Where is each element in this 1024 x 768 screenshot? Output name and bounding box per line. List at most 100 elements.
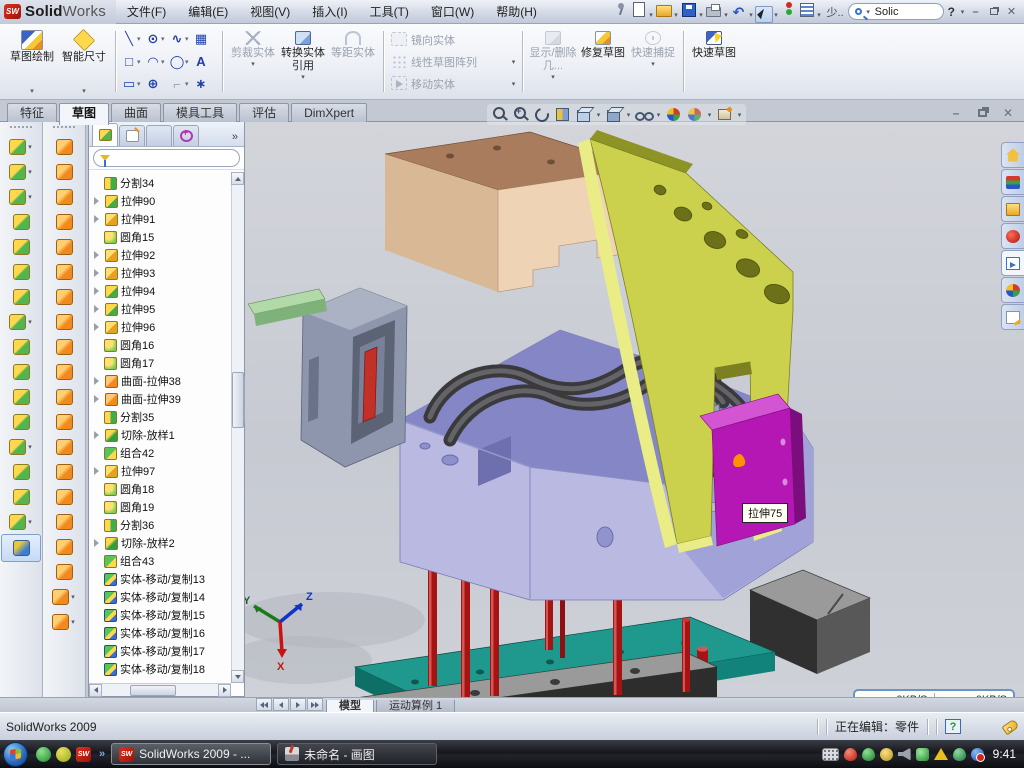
- offset-surface-button[interactable]: [44, 334, 84, 359]
- untrim-surface-button[interactable]: [44, 434, 84, 459]
- solidworks-icon[interactable]: SW: [76, 747, 91, 762]
- alert-yellow-icon[interactable]: [934, 748, 948, 760]
- tab-评估[interactable]: 评估: [239, 103, 289, 122]
- shell-button[interactable]: [1, 234, 41, 259]
- plane-button[interactable]: [1, 459, 41, 484]
- undo-dropdown-icon[interactable]: ▾: [748, 11, 755, 19]
- sketch-fillet-dropdown-icon[interactable]: ▾: [185, 80, 193, 88]
- radiate-surface-button[interactable]: [44, 509, 84, 534]
- toolbar-drag-handle[interactable]: [10, 126, 32, 130]
- expand-arrow-icon[interactable]: [94, 215, 99, 223]
- expand-arrow-icon[interactable]: [94, 377, 99, 385]
- menu-f[interactable]: 文件(F): [116, 0, 177, 24]
- 快速草图-button[interactable]: 快速草图: [689, 27, 739, 96]
- open-dropdown-icon[interactable]: ▾: [673, 11, 680, 19]
- knit-surface-button[interactable]: [44, 309, 84, 334]
- 修复草图-button[interactable]: 修复草图: [578, 27, 628, 96]
- slot-icon[interactable]: ▭: [121, 76, 137, 92]
- edit-appearance-icon[interactable]: [664, 105, 683, 124]
- slot-dropdown-icon[interactable]: ▾: [137, 80, 145, 88]
- sketch-button[interactable]: 草图绘制▾: [6, 27, 58, 96]
- boundary-surface-button[interactable]: [44, 234, 84, 259]
- print-dropdown-icon[interactable]: ▾: [723, 11, 730, 19]
- menu-i[interactable]: 插入(I): [301, 0, 358, 24]
- help-dropdown-icon[interactable]: ▾: [959, 8, 966, 16]
- replace-face-button[interactable]: [44, 409, 84, 434]
- ruled-surface-button[interactable]: [44, 359, 84, 384]
- menu-w[interactable]: 窗口(W): [420, 0, 485, 24]
- dropdown-icon[interactable]: ▾: [81, 87, 88, 95]
- graphics-viewport[interactable]: Y Z X 拉伸75 ↓0KB/S ↑0KB/S: [245, 122, 1024, 697]
- property-manager-tab[interactable]: [119, 125, 145, 146]
- view-rotate-icon[interactable]: [532, 105, 551, 124]
- spline-dropdown-icon[interactable]: ▾: [185, 35, 193, 43]
- phone-green-icon[interactable]: [916, 748, 929, 761]
- curve-button[interactable]: ▾: [1, 509, 41, 534]
- rectangle-dropdown-icon[interactable]: ▾: [137, 58, 145, 66]
- options-list-icon[interactable]: [798, 2, 816, 19]
- display-style-dropdown-icon[interactable]: ▾: [625, 111, 632, 119]
- sketch-fillet-icon[interactable]: ⌐: [169, 76, 185, 92]
- zoom-area-icon[interactable]: +: [511, 105, 530, 124]
- tree-item[interactable]: 拉伸92: [89, 246, 231, 264]
- curve-dropdown-icon[interactable]: ▾: [27, 518, 33, 526]
- tree-item[interactable]: 实体-移动/复制13: [89, 570, 231, 588]
- apply-scene-icon[interactable]: [685, 105, 704, 124]
- tree-item[interactable]: 拉伸96: [89, 318, 231, 336]
- shield-green-icon[interactable]: [862, 748, 875, 761]
- panel-chevron[interactable]: »: [232, 131, 242, 146]
- polygon-icon[interactable]: ⊕: [145, 76, 161, 92]
- part-slide-block-magenta[interactable]: [700, 394, 806, 546]
- tree-item[interactable]: 实体-移动/复制16: [89, 624, 231, 642]
- linear-pattern-dropdown-icon[interactable]: ▾: [27, 318, 33, 326]
- tree-item[interactable]: 拉伸95: [89, 300, 231, 318]
- split-button[interactable]: [1, 359, 41, 384]
- doc-minimize-button[interactable]: –: [948, 106, 964, 120]
- reference-point-button[interactable]: ▾: [1, 434, 41, 459]
- save-icon[interactable]: [680, 2, 698, 19]
- 转换实体引用-button[interactable]: 转换实体引用▾: [278, 27, 328, 96]
- doc-close-button[interactable]: ✕: [1000, 106, 1016, 120]
- view-settings-icon[interactable]: [715, 105, 734, 124]
- open-icon[interactable]: [655, 3, 673, 20]
- tree-item[interactable]: 圆角17: [89, 354, 231, 372]
- options-list-dropdown-icon[interactable]: ▾: [816, 11, 823, 19]
- restore-button[interactable]: [985, 4, 1002, 19]
- close-button[interactable]: ✕: [1003, 4, 1020, 19]
- home-tab[interactable]: [1001, 142, 1024, 168]
- filled-surface-button[interactable]: [44, 259, 84, 284]
- move-copy-button[interactable]: [1, 409, 41, 434]
- hide-show-items-icon[interactable]: [634, 105, 653, 124]
- extrude-cut-button[interactable]: ▾: [1, 159, 41, 184]
- extrude-cut-dropdown-icon[interactable]: ▾: [27, 168, 33, 176]
- tree-item[interactable]: 曲面-拉伸38: [89, 372, 231, 390]
- new-document-icon[interactable]: [630, 1, 648, 18]
- tree-item[interactable]: 拉伸94: [89, 282, 231, 300]
- security-icon[interactable]: [56, 747, 71, 762]
- tree-item[interactable]: 圆角16: [89, 336, 231, 354]
- tree-item[interactable]: 圆角18: [89, 480, 231, 498]
- toolbar-overflow-label[interactable]: 少..: [824, 4, 847, 20]
- draft-button[interactable]: [1, 259, 41, 284]
- reference-point-2-dropdown-icon[interactable]: ▾: [70, 593, 76, 601]
- task-button-paint[interactable]: 未命名 - 画图: [277, 743, 437, 765]
- spline-icon[interactable]: ∿: [169, 31, 185, 47]
- tree-item[interactable]: 实体-移动/复制17: [89, 642, 231, 660]
- bodies-button[interactable]: [1, 384, 41, 409]
- arc-icon[interactable]: ◠: [145, 54, 161, 70]
- dropdown-icon[interactable]: ▾: [300, 73, 307, 81]
- certificate-icon[interactable]: [880, 748, 893, 761]
- trim-surface-button[interactable]: [44, 459, 84, 484]
- tag-icon[interactable]: [1001, 718, 1019, 735]
- prev-tab-button[interactable]: [273, 698, 289, 711]
- part-clamp-block-gray[interactable]: [301, 288, 407, 467]
- volume-icon[interactable]: [898, 748, 911, 761]
- line-icon[interactable]: ╲: [121, 31, 137, 47]
- apply-scene-dropdown-icon[interactable]: ▾: [706, 111, 713, 119]
- task-button-solidworks[interactable]: SWSolidWorks 2009 - ...: [111, 743, 271, 765]
- scroll-up-button[interactable]: [231, 172, 244, 185]
- lofted-surface-button[interactable]: [44, 209, 84, 234]
- pushpin-icon[interactable]: [612, 0, 630, 17]
- curve-2-dropdown-icon[interactable]: ▾: [70, 618, 76, 626]
- tree-item[interactable]: 切除-放样2: [89, 534, 231, 552]
